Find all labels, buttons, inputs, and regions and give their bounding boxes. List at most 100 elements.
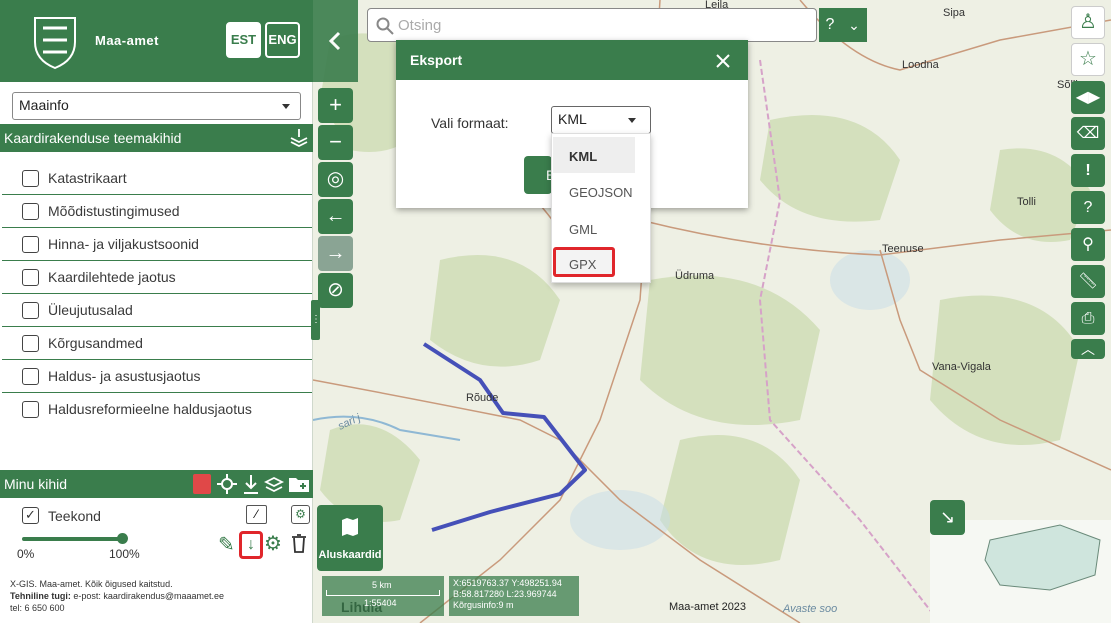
option-label: GML: [569, 222, 598, 237]
chevron-left-icon: [328, 31, 341, 51]
scale-bar-label: 5 km: [372, 580, 392, 590]
collapse-toolbar-button[interactable]: ︿: [1071, 339, 1105, 359]
compass-button[interactable]: ⊘: [318, 273, 353, 308]
chart-icon[interactable]: ⁄: [246, 505, 267, 524]
search-help-button[interactable]: ?: [819, 8, 841, 42]
format-option-gml[interactable]: GML: [553, 210, 635, 246]
arrow-left-icon: ←: [325, 205, 346, 227]
question-icon: ?: [1083, 199, 1093, 216]
locate-button[interactable]: ◎: [318, 162, 353, 197]
gear-icon[interactable]: ⚙: [264, 531, 282, 556]
layer-item[interactable]: Üleujutusalad: [2, 294, 312, 327]
lang-eng-button[interactable]: ENG: [265, 22, 300, 58]
layer-item[interactable]: Hinna- ja viljakustsoonid: [2, 228, 312, 261]
compare-button[interactable]: ◀▶: [1071, 81, 1105, 114]
basemap-button[interactable]: Aluskaardid: [317, 505, 383, 571]
my-layers-header: Minu kihid: [0, 470, 313, 498]
add-folder-icon[interactable]: [288, 474, 310, 494]
format-option-gpx[interactable]: GPX: [553, 247, 615, 277]
lang-est-button[interactable]: EST: [226, 22, 261, 58]
opacity-slider[interactable]: [22, 533, 128, 544]
crosshair-move-icon[interactable]: [216, 473, 238, 495]
feedback-button[interactable]: !: [1071, 154, 1105, 187]
format-option-geojson[interactable]: GEOJSON: [553, 173, 635, 209]
layer-checkbox[interactable]: [22, 401, 39, 418]
download-layer-button[interactable]: ↓: [239, 531, 263, 559]
theme-layers-header: Kaardirakenduse teemakihid: [0, 124, 313, 152]
compass-icon: ⊘: [327, 279, 344, 301]
layer-item[interactable]: Haldus- ja asustusjaotus: [2, 360, 312, 393]
layer-item[interactable]: Mõõdistustingimused: [2, 195, 312, 228]
edit-icon[interactable]: ✎: [218, 532, 235, 557]
format-dropdown: KML GEOJSON GML GPX: [551, 133, 651, 283]
theme-select[interactable]: Maainfo: [12, 92, 301, 120]
back-button[interactable]: ←: [318, 199, 353, 234]
layer-item[interactable]: Katastrikaart: [2, 162, 312, 195]
layer-checkbox[interactable]: [22, 203, 39, 220]
overview-toggle-button[interactable]: ↘: [930, 500, 965, 535]
layer-item[interactable]: Kaardilehtede jaotus: [2, 261, 312, 294]
layer-item[interactable]: Haldusreformieelne haldusjaotus: [2, 393, 312, 426]
format-option-kml[interactable]: KML: [553, 137, 635, 173]
option-label: KML: [569, 149, 598, 164]
forward-button[interactable]: →: [318, 236, 353, 271]
export-button[interactable]: E: [524, 156, 555, 194]
close-icon[interactable]: [716, 54, 730, 68]
opacity-slider-handle[interactable]: [117, 533, 128, 544]
svg-text:Loodna: Loodna: [902, 59, 940, 71]
measure-button[interactable]: 📏︎: [1071, 265, 1105, 298]
layer-checkbox[interactable]: [22, 368, 39, 385]
sidebar-toggle-button[interactable]: [313, 0, 358, 82]
map-copyright: Maa-amet 2023: [669, 601, 747, 613]
user-button[interactable]: ♙: [1071, 6, 1105, 39]
star-icon: ☆: [1079, 48, 1097, 70]
search-bar[interactable]: Otsing ? ⌄: [367, 8, 867, 42]
layer-label: Kaardilehtede jaotus: [48, 269, 176, 285]
header-brand: Maa-amet EST ENG: [0, 0, 313, 82]
favorites-button[interactable]: ☆: [1071, 43, 1105, 76]
layer-label: Hinna- ja viljakustsoonid: [48, 236, 199, 252]
layers-icon[interactable]: [264, 473, 284, 495]
svg-text:Tolli: Tolli: [1017, 196, 1036, 208]
arrow-down-right-icon: ↘: [939, 507, 956, 527]
eraser-button[interactable]: ⌫: [1071, 117, 1105, 150]
search-expand-button[interactable]: ⌄: [841, 8, 867, 42]
layer-item[interactable]: Kõrgusandmed: [2, 327, 312, 360]
layer-checkbox[interactable]: [22, 335, 39, 352]
sidebar: Maa-amet EST ENG Maainfo Kaardirakenduse…: [0, 0, 313, 623]
layer-checkbox[interactable]: [22, 236, 39, 253]
opacity-max-label: 100%: [109, 547, 140, 561]
support-email[interactable]: e-post: kaardirakendus@maaamet.ee: [71, 591, 224, 601]
layer-label: Kõrgusandmed: [48, 335, 143, 351]
trash-icon[interactable]: [291, 533, 307, 553]
locate-icon: ◎: [326, 168, 345, 190]
svg-text:Vana-Vigala: Vana-Vigala: [932, 361, 992, 373]
zoom-in-button[interactable]: +: [318, 88, 353, 123]
theme-select-value: Maainfo: [19, 97, 69, 113]
layers-icon[interactable]: [289, 127, 309, 149]
support-label: Tehniline tugi:: [10, 591, 71, 601]
scale-bar: [326, 590, 440, 596]
layer-checkbox[interactable]: ✓: [22, 507, 39, 524]
support-phone: tel: 6 650 600: [10, 603, 65, 613]
chevron-down-icon: [282, 104, 290, 109]
format-select[interactable]: KML: [551, 106, 651, 134]
layer-checkbox[interactable]: [22, 302, 39, 319]
layer-label: Katastrikaart: [48, 170, 127, 186]
layer-checkbox[interactable]: [22, 170, 39, 187]
settings-icon[interactable]: ⚙: [291, 505, 310, 524]
download-icon[interactable]: [242, 473, 260, 495]
plus-icon: +: [329, 92, 342, 117]
latlon-coordinates: B:58.817280 L:23.969744: [453, 589, 557, 599]
option-label: GPX: [569, 257, 597, 272]
footer: X-GIS. Maa-amet. Kõik õigused kaitstud. …: [10, 578, 224, 614]
export-dialog-header: Eksport: [396, 40, 748, 80]
print-button[interactable]: ⎙: [1071, 302, 1105, 335]
search-icon: [376, 17, 394, 35]
marker-button[interactable]: ⚲: [1071, 228, 1105, 261]
zoom-out-button[interactable]: −: [318, 125, 353, 160]
help-button[interactable]: ?: [1071, 191, 1105, 224]
layer-checkbox[interactable]: [22, 269, 39, 286]
file-icon[interactable]: [193, 474, 211, 494]
search-input[interactable]: Otsing: [398, 17, 441, 34]
